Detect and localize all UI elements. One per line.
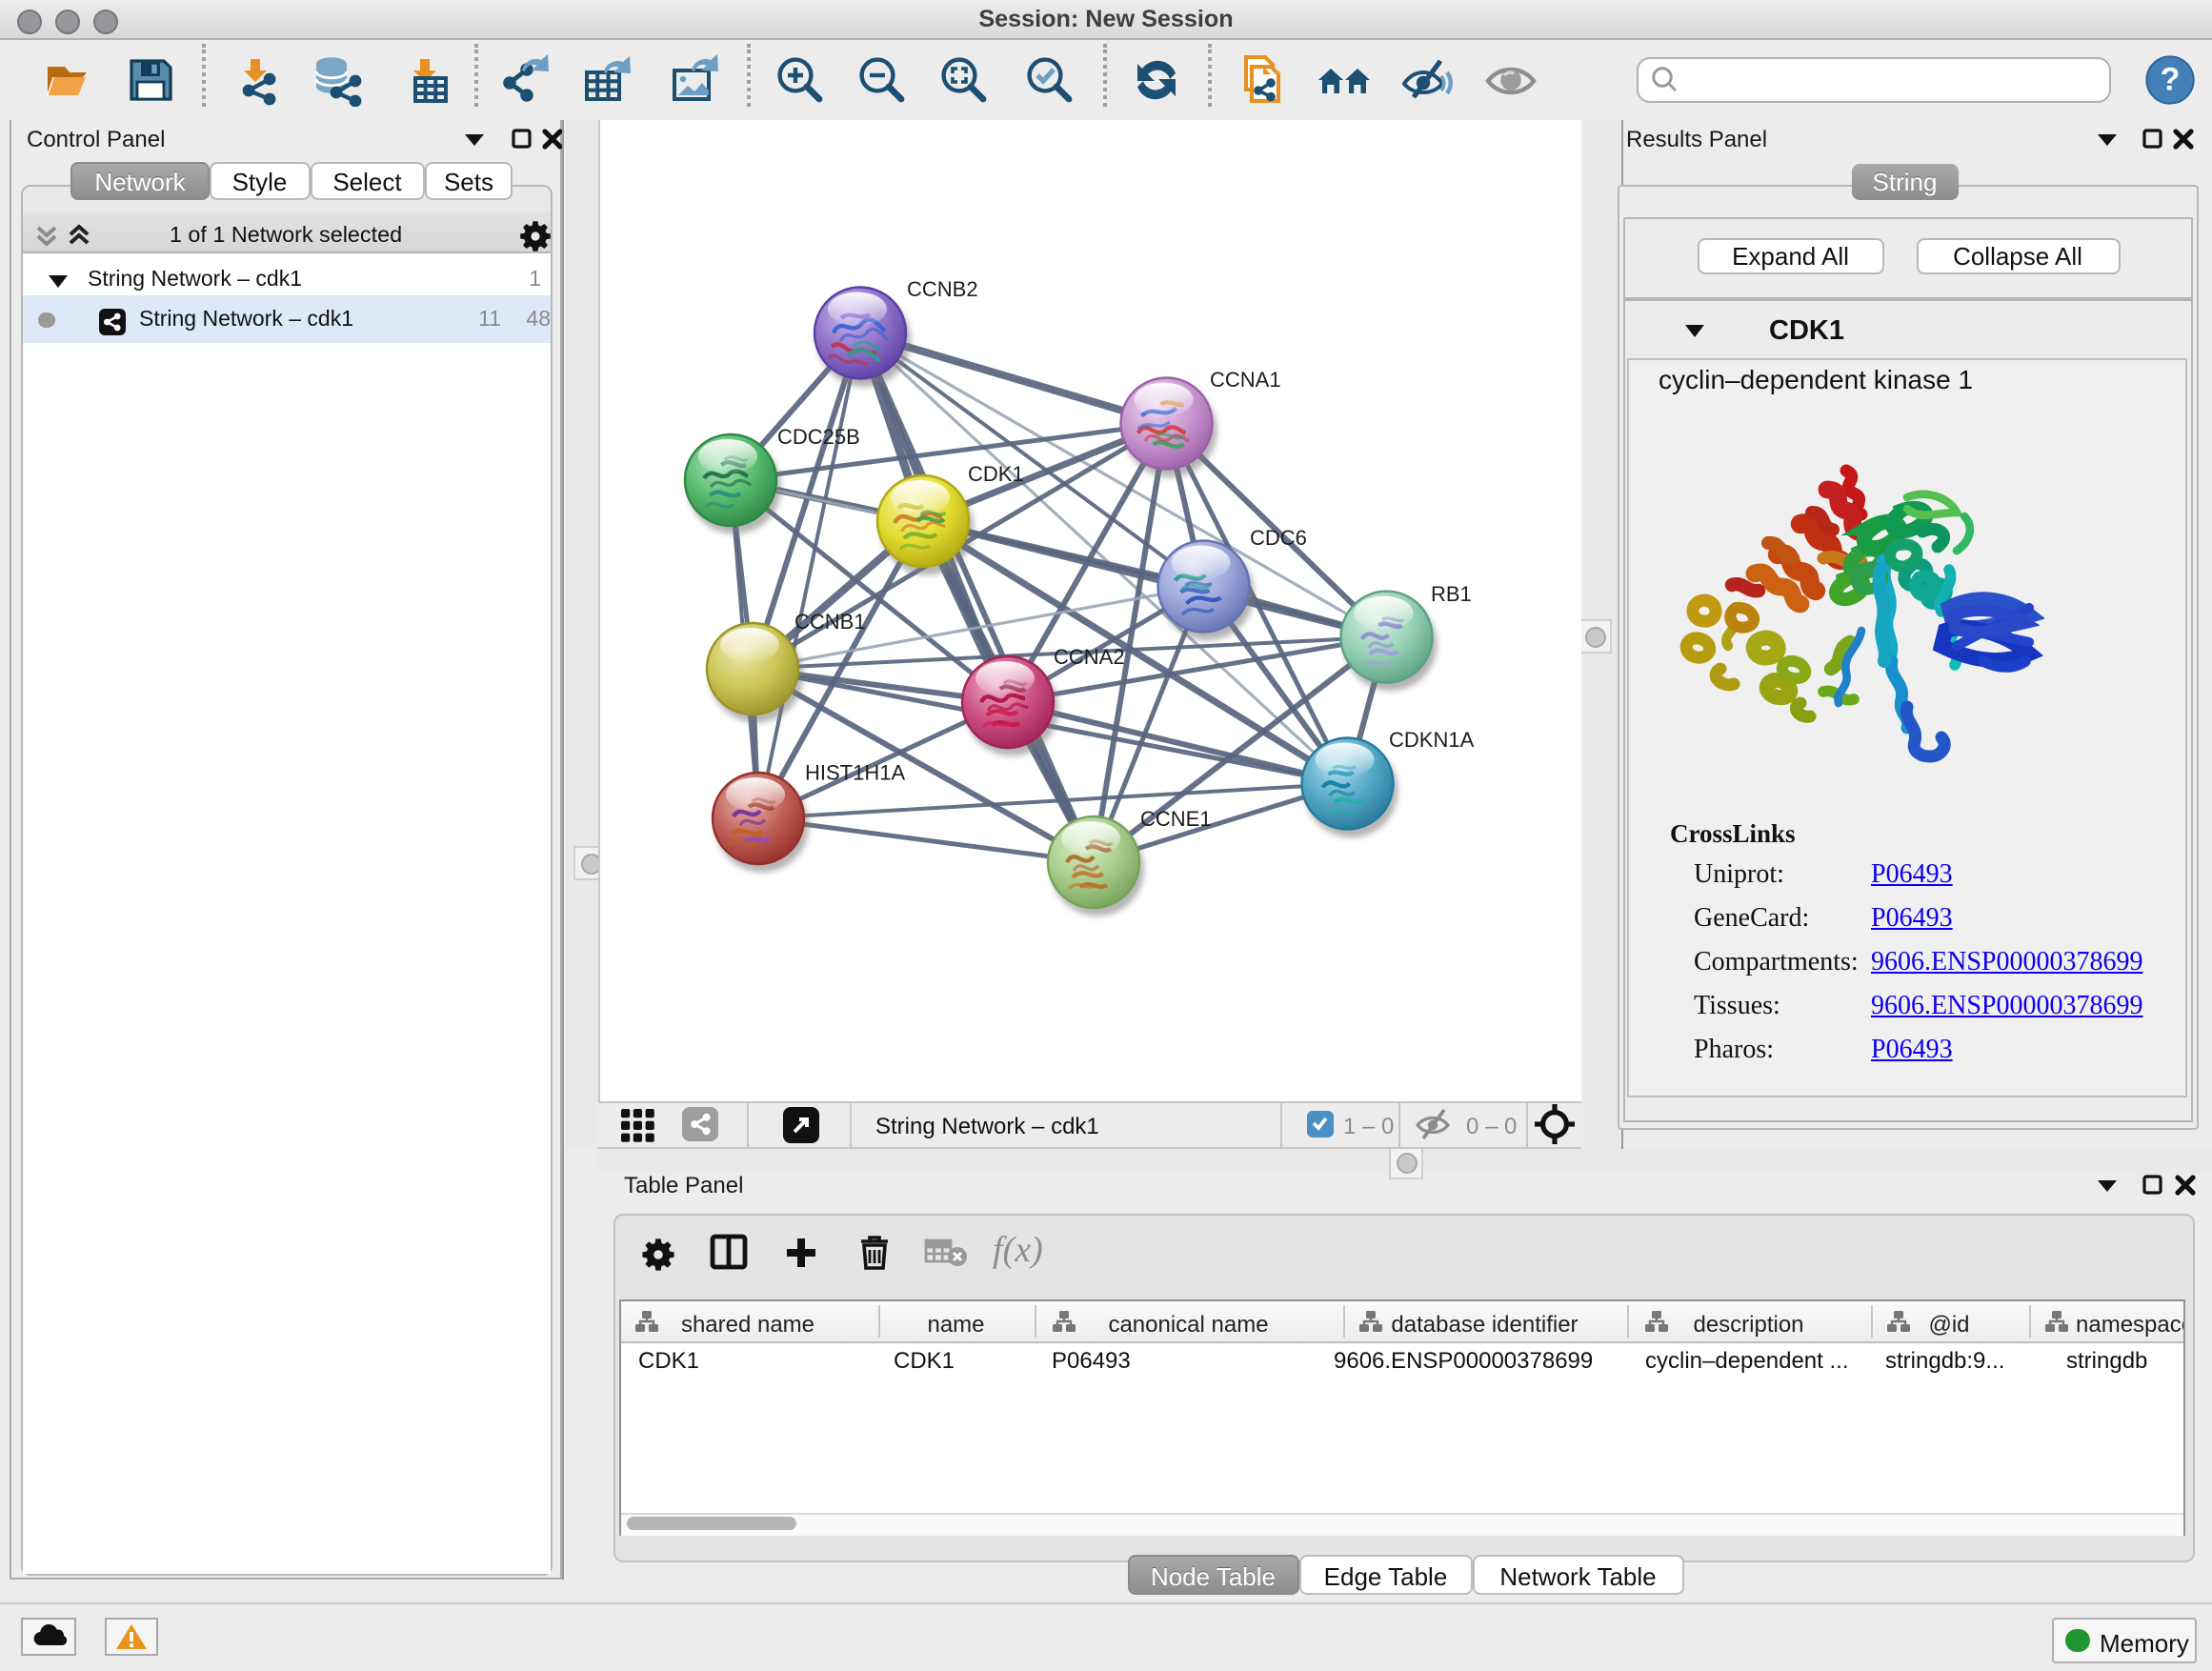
svg-text:CDKN1A: CDKN1A	[1389, 727, 1475, 751]
svg-text:HIST1H1A: HIST1H1A	[805, 759, 905, 783]
svg-text:CDK1: CDK1	[968, 461, 1024, 485]
svg-text:CCNE1: CCNE1	[1140, 806, 1212, 830]
svg-text:RB1: RB1	[1431, 581, 1472, 605]
svg-text:CCNB1: CCNB1	[794, 609, 866, 633]
svg-text:CCNA1: CCNA1	[1210, 367, 1281, 391]
svg-text:?: ?	[2161, 61, 2181, 97]
svg-text:CCNB2: CCNB2	[907, 276, 978, 300]
svg-text:CDC6: CDC6	[1250, 525, 1307, 549]
svg-text:CCNA2: CCNA2	[1054, 644, 1125, 668]
svg-text:CDC25B: CDC25B	[777, 424, 860, 448]
